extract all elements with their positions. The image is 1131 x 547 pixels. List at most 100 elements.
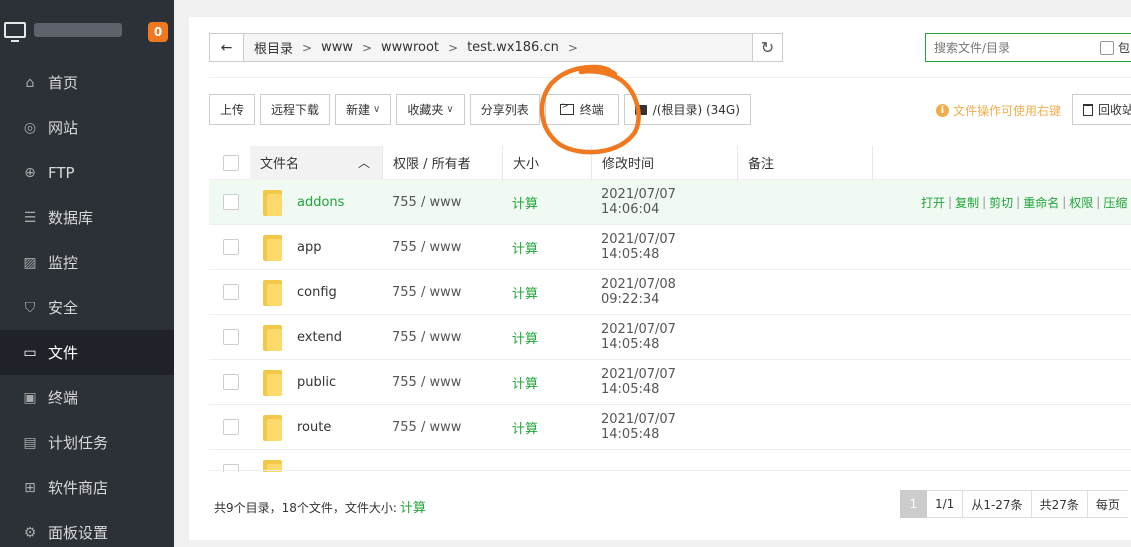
file-name[interactable]: extend (297, 330, 342, 345)
crumb-root[interactable]: 根目录 (254, 38, 293, 57)
row-name-cell[interactable]: config (250, 270, 383, 315)
row-action[interactable]: 复制 (955, 194, 979, 211)
chevron-right-icon: > (567, 40, 578, 55)
folder-icon (263, 413, 283, 441)
table-row[interactable]: config 755 / www 计算 2021/07/08 09:22:34 (209, 270, 1131, 315)
disk-label: /(根目录) (34G) (652, 103, 740, 117)
chevron-right-icon: > (302, 40, 313, 55)
recycle-bin-button[interactable]: 回收站 (1072, 94, 1131, 125)
remote-download-button[interactable]: 远程下载 (260, 94, 331, 125)
row-checkbox[interactable] (223, 239, 239, 255)
include-subdir-checkbox[interactable] (1100, 40, 1114, 55)
refresh-button[interactable]: ↻ (752, 34, 782, 61)
sidebar-item-security[interactable]: ⛉ 安全 (0, 285, 174, 330)
notification-badge[interactable]: 0 (148, 22, 168, 42)
row-name-cell[interactable]: app (250, 225, 383, 270)
upload-button[interactable]: 上传 (209, 94, 256, 125)
file-size-calc[interactable]: 计算 (503, 180, 592, 225)
crumb-site[interactable]: test.wx186.cn (467, 40, 559, 55)
row-select-cell (209, 315, 250, 360)
header-mtime[interactable]: 修改时间 (592, 145, 738, 180)
file-name[interactable]: public (297, 375, 336, 390)
table-row[interactable]: app 755 / www 计算 2021/07/07 14:05:48 (209, 225, 1131, 270)
row-name-cell[interactable]: extend (250, 315, 383, 360)
sidebar-item-cron[interactable]: ▤ 计划任务 (0, 420, 174, 465)
per-page-select[interactable]: 每页 (1087, 490, 1128, 518)
sidebar-item-store[interactable]: ⊞ 软件商店 (0, 465, 174, 510)
calc-total-link[interactable]: 计算 (400, 501, 426, 516)
file-name[interactable]: config (297, 285, 337, 300)
file-permission[interactable]: 755 / www (383, 180, 503, 225)
row-checkbox[interactable] (223, 374, 239, 390)
action-separator: | (1062, 195, 1067, 209)
row-checkbox[interactable] (223, 419, 239, 435)
table-header: 文件名 ︿ 权限 / 所有者 大小 修改时间 备注 (209, 145, 1131, 180)
sidebar-item-website[interactable]: ◎ 网站 (0, 105, 174, 150)
row-checkbox[interactable] (223, 194, 239, 210)
row-action[interactable]: 权限 (1069, 194, 1093, 211)
sidebar-item-monitor[interactable]: ▨ 监控 (0, 240, 174, 285)
sidebar-item-database[interactable]: ☰ 数据库 (0, 195, 174, 240)
file-size-calc[interactable]: 计算 (503, 315, 592, 360)
disk-button[interactable]: /(根目录) (34G) (623, 94, 751, 125)
row-checkbox[interactable] (223, 329, 239, 345)
row-name-cell[interactable]: public (250, 360, 383, 405)
file-permission[interactable]: 755 / www (383, 405, 503, 450)
file-mtime: 2021/07/08 09:22:34 (601, 277, 676, 307)
table-row[interactable]: addons 755 / www 计算 2021/07/07 14:06:04 打开 | 复… (209, 180, 1131, 225)
file-mtime: 2021/07/07 14:05:48 (601, 232, 676, 262)
terminal-button[interactable]: 终端 (544, 94, 619, 125)
file-permission[interactable]: 755 / www (383, 315, 503, 360)
file-name[interactable]: addons (297, 195, 344, 210)
crumb-wwwroot[interactable]: wwwroot (381, 40, 439, 55)
share-list-label: 分享列表 (480, 103, 529, 117)
file-permission[interactable]: 755 / www (383, 360, 503, 405)
sidebar-item-files[interactable]: ▭ 文件 (0, 330, 174, 375)
chevron-right-icon: > (448, 40, 459, 55)
server-brand[interactable]: 0 (0, 0, 174, 60)
search-input[interactable] (934, 40, 1094, 55)
table-row[interactable] (209, 450, 1131, 472)
sidebar-item-home[interactable]: ⌂ 首页 (0, 60, 174, 105)
row-action[interactable]: 剪切 (989, 194, 1013, 211)
sidebar-item-terminal[interactable]: ▣ 终端 (0, 375, 174, 420)
new-dropdown-button[interactable]: 新建 ∨ (335, 94, 392, 125)
file-summary: 共9个目录，18个文件，文件大小: 计算 (214, 497, 426, 516)
header-note: 备注 (738, 145, 873, 180)
crumb-www[interactable]: www (321, 40, 353, 55)
header-name[interactable]: 文件名 ︿ (250, 145, 383, 180)
header-size[interactable]: 大小 (503, 145, 592, 180)
select-all-cell (209, 146, 250, 180)
select-all-checkbox[interactable] (223, 154, 239, 171)
sidebar-item-label: 软件商店 (48, 479, 109, 497)
file-name[interactable]: route (297, 420, 331, 435)
divider (209, 77, 1131, 78)
toolbar: 上传 远程下载 新建∨ 收藏夹∨ 分享列表 终端 /(根目录) (34G) (209, 94, 756, 125)
row-name-cell[interactable]: route (250, 405, 383, 450)
row-action[interactable]: 打开 (921, 194, 945, 211)
page-current[interactable]: 1 (900, 490, 927, 518)
sidebar-item-settings[interactable]: ⚙ 面板设置 (0, 510, 174, 547)
file-permission[interactable]: 755 / www (383, 270, 503, 315)
row-action[interactable]: 重命名 (1023, 194, 1059, 211)
sidebar-item-ftp[interactable]: ⊕ FTP (0, 150, 174, 195)
server-name-redacted (34, 23, 122, 37)
table-row[interactable]: extend 755 / www 计算 2021/07/07 14:05:48 (209, 315, 1131, 360)
file-permission[interactable]: 755 / www (383, 225, 503, 270)
file-size-calc[interactable]: 计算 (503, 270, 592, 315)
favorites-dropdown-button[interactable]: 收藏夹 ∨ (396, 94, 465, 125)
row-checkbox[interactable] (223, 284, 239, 300)
right-click-tip: i 文件操作可使用右键 (936, 102, 1061, 119)
file-size-calc[interactable]: 计算 (503, 360, 592, 405)
file-size-calc[interactable]: 计算 (503, 225, 592, 270)
file-name[interactable]: app (297, 240, 321, 255)
share-list-button[interactable]: 分享列表 (469, 94, 540, 125)
row-name-cell[interactable]: addons (250, 180, 383, 225)
back-button[interactable]: ← (210, 34, 244, 61)
header-permission[interactable]: 权限 / 所有者 (383, 145, 503, 180)
table-row[interactable]: route 755 / www 计算 2021/07/07 14:05:48 (209, 405, 1131, 450)
file-size-calc[interactable]: 计算 (503, 405, 592, 450)
row-action[interactable]: 压缩 (1103, 194, 1127, 211)
favorites-label: 收藏夹 (407, 103, 444, 117)
table-row[interactable]: public 755 / www 计算 2021/07/07 14:05:48 (209, 360, 1131, 405)
